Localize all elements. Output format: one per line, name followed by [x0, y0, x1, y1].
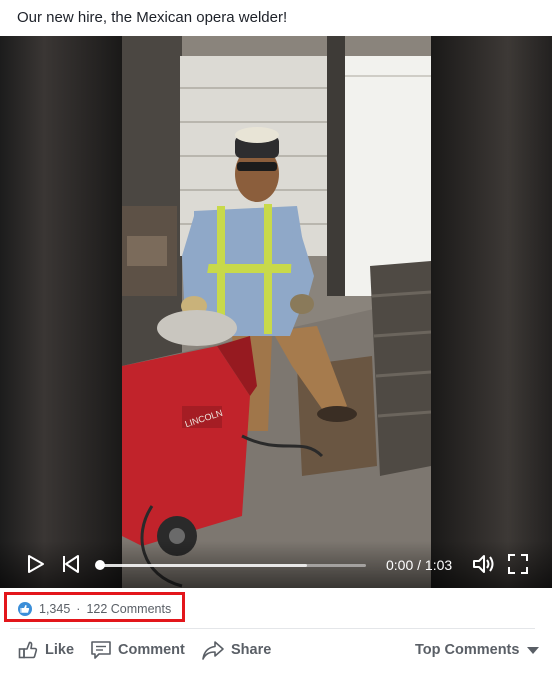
thumbs-up-icon	[18, 641, 38, 659]
video-post: Our new hire, the Mexican opera welder!	[0, 0, 552, 678]
video-frame[interactable]: LINCOLN	[122, 36, 431, 588]
comment-icon	[91, 641, 111, 659]
volume-icon[interactable]	[472, 554, 496, 579]
share-label: Share	[231, 642, 272, 658]
share-icon	[202, 641, 224, 660]
like-label: Like	[45, 642, 75, 658]
action-bar-divider	[10, 628, 535, 629]
skip-back-icon[interactable]	[61, 554, 81, 579]
video-scrubber-knob[interactable]	[95, 560, 105, 570]
video-progress-bar[interactable]	[95, 560, 366, 570]
like-button[interactable]: Like	[17, 636, 74, 664]
comment-button[interactable]: Comment	[90, 636, 185, 664]
comment-count-link[interactable]: 122 Comments	[86, 602, 171, 616]
like-reaction-icon	[18, 602, 32, 616]
video-time: 0:00 / 1:03	[386, 557, 453, 573]
play-icon[interactable]	[27, 554, 45, 579]
chevron-down-icon	[527, 646, 540, 654]
video-controls: 0:00 / 1:03	[0, 541, 552, 588]
share-button[interactable]: Share	[201, 636, 271, 664]
stats-separator: ·	[76, 602, 81, 616]
comment-label: Comment	[118, 642, 185, 658]
video-thumbnail-image: LINCOLN	[122, 36, 431, 588]
video-buffer-bar	[100, 564, 308, 567]
post-caption: Our new hire, the Mexican opera welder!	[17, 9, 288, 26]
comment-sort-dropdown[interactable]: Top Comments	[415, 642, 540, 658]
comment-sort-label: Top Comments	[415, 642, 520, 658]
reaction-count[interactable]: 1,345	[39, 602, 70, 616]
reactions-summary: 1,345 · 122 Comments	[4, 592, 185, 622]
fullscreen-icon[interactable]	[508, 554, 528, 579]
video-player[interactable]: LINCOLN 0:00 / 1:03	[0, 36, 552, 588]
